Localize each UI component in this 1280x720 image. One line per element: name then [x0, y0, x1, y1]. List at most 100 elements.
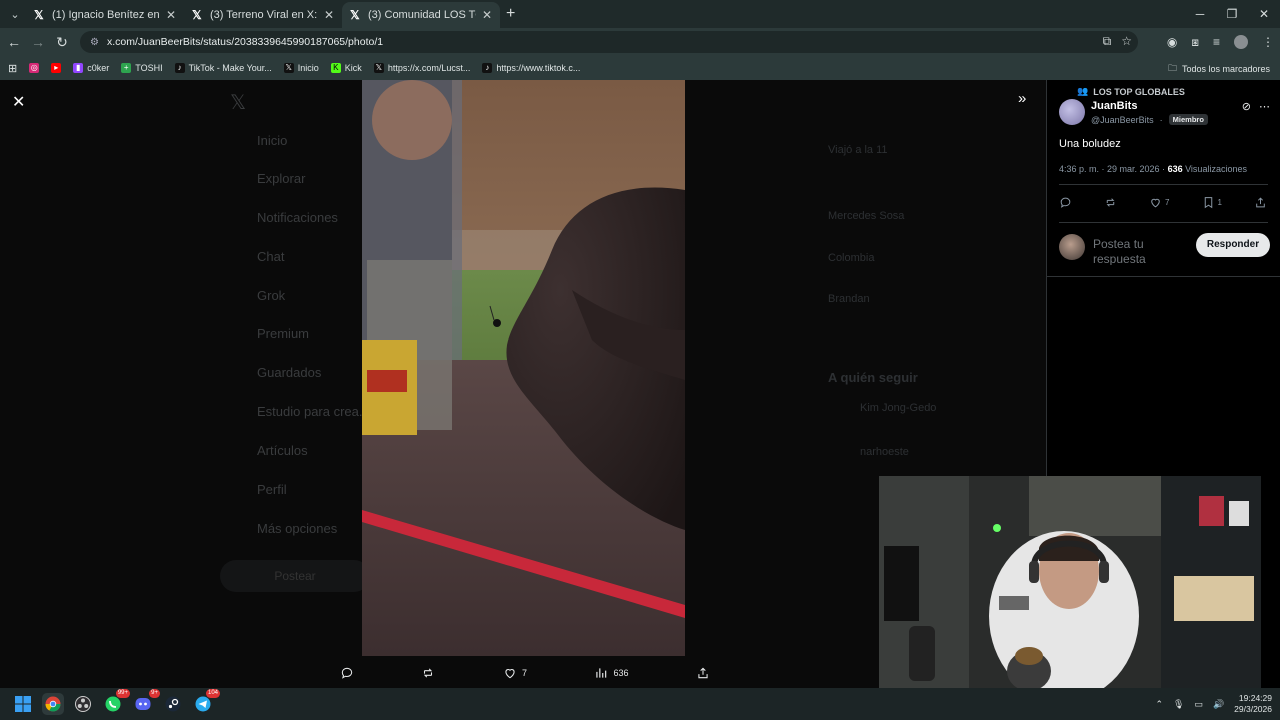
bookmark-tiktok[interactable]: ♪ TikTok - Make Your... [174, 63, 272, 73]
ghost-nav-item: Explorar [257, 171, 306, 186]
tab-2[interactable]: 𝕏 (3) Terreno Viral en X: "Mientra ✕ [184, 2, 342, 28]
author-avatar[interactable] [1059, 99, 1085, 125]
reply-submit-button[interactable]: Responder [1196, 233, 1270, 257]
clock[interactable]: 19:24:29 29/3/2026 [1234, 693, 1272, 715]
speaker-icon[interactable]: 🔊 [1213, 699, 1224, 710]
bookmark-youtube[interactable]: ▸ [51, 63, 62, 73]
tab-1[interactable]: 𝕏 (1) Ignacio Benítez en X: "Algun ✕ [26, 2, 184, 28]
tab-groups-icon[interactable]: ≡ [1213, 35, 1220, 49]
reply-input[interactable]: Postea tu respuesta [1093, 237, 1183, 265]
window-close-icon[interactable]: ✕ [1248, 0, 1280, 28]
webcam-image [879, 476, 1261, 690]
like-count: 7 [521, 668, 527, 678]
share-button[interactable] [696, 666, 710, 680]
author-name[interactable]: JuanBits [1091, 100, 1137, 112]
minimize-icon[interactable]: ─ [1184, 0, 1216, 28]
divider [1059, 184, 1268, 185]
bookmark-x-link[interactable]: 𝕏https://x.com/Lucst... [373, 63, 470, 73]
author-handle[interactable]: @JuanBeerBits [1091, 115, 1154, 125]
bookmark-icon [1204, 197, 1212, 209]
new-tab-button[interactable]: + [506, 5, 515, 23]
all-bookmarks[interactable]: 🗀 Todos los marcadores [1168, 61, 1270, 77]
profile-avatar[interactable] [1234, 35, 1248, 49]
share-button[interactable] [1254, 196, 1267, 209]
site-settings-icon[interactable]: ⚙ [90, 37, 99, 48]
back-arrow-icon[interactable]: ← [2, 34, 26, 50]
forward-arrow-icon[interactable]: → [26, 34, 50, 50]
windows-start-icon[interactable] [12, 693, 34, 715]
photo-action-bar: 7 636 [340, 662, 710, 684]
expand-panel-icon[interactable]: » [1018, 90, 1026, 107]
bookmark-label: https://www.tiktok.c... [496, 63, 581, 73]
install-app-icon[interactable]: ⧉ [1103, 34, 1112, 49]
share-icon [698, 667, 708, 679]
bookmark-label: TikTok - Make Your... [188, 63, 272, 73]
twitch-icon: ▮ [73, 63, 84, 73]
close-viewer-button[interactable]: ✕ [12, 92, 25, 112]
like-button[interactable]: 7 [1149, 196, 1169, 209]
reply-button[interactable] [340, 666, 354, 680]
whatsapp-icon[interactable]: 99+ [102, 689, 130, 715]
menu-kebab-icon[interactable]: ⋮ [1262, 35, 1274, 49]
bookmark-star-icon[interactable]: ☆ [1121, 34, 1132, 49]
webcam-overlay [879, 476, 1261, 690]
steam-icon[interactable] [162, 693, 184, 715]
toolbar-extensions: ◉ ⧆ ≡ ⋮ [1167, 28, 1274, 56]
address-bar[interactable]: ⚙ x.com/JuanBeerBits/status/203833964599… [80, 31, 1138, 53]
reload-icon[interactable]: ↻ [50, 34, 74, 51]
tab-3-active[interactable]: 𝕏 (3) Comunidad LOS TOP GLOBAL ✕ [342, 2, 500, 28]
views-button[interactable]: 636 [594, 666, 629, 680]
reply-button[interactable] [1059, 196, 1072, 209]
clock-date: 29/3/2026 [1234, 704, 1272, 714]
heart-icon [1151, 198, 1160, 208]
tab-title: (3) Terreno Viral en X: "Mientra [210, 9, 318, 21]
close-icon[interactable]: ✕ [166, 8, 176, 22]
grok-icon[interactable]: ⊘ [1242, 100, 1251, 113]
bookmark-instagram[interactable]: ◎ [29, 63, 40, 73]
close-icon[interactable]: ✕ [482, 8, 492, 22]
chevron-up-icon[interactable]: ⌃ [1155, 699, 1163, 710]
plus-icon: + [121, 63, 132, 73]
repost-button[interactable] [1104, 196, 1117, 209]
apps-grid-icon[interactable]: ⊞ [8, 62, 17, 75]
bookmark-toshi[interactable]: + TOSHI [121, 63, 163, 73]
chrome-icon[interactable] [42, 693, 64, 715]
reply-icon [1060, 197, 1071, 208]
share-icon [1256, 197, 1265, 208]
bookmark-kick[interactable]: K Kick [330, 63, 362, 73]
ghost-post-button: Postear [220, 560, 370, 592]
ghost-nav-item: Premium [257, 326, 310, 341]
x-logo-icon: 𝕏 [34, 8, 44, 22]
telegram-icon[interactable]: 104 [192, 689, 220, 715]
community-label[interactable]: 👥 LOS TOP GLOBALES [1077, 86, 1185, 97]
like-button[interactable]: 7 [503, 666, 527, 680]
bookmark-button[interactable]: 1 [1202, 196, 1222, 209]
instagram-icon: ◎ [29, 63, 40, 73]
post-time[interactable]: 4:36 p. m. · 29 mar. 2026 · [1059, 164, 1168, 174]
community-name: LOS TOP GLOBALES [1093, 86, 1185, 97]
ghost-nav-item: Más opciones [257, 521, 338, 536]
more-icon[interactable]: ⋯ [1259, 100, 1270, 113]
obs-icon[interactable] [72, 693, 94, 715]
ghost-heading: A quién seguir [828, 370, 918, 385]
windows-taskbar: 99+ 9+ 104 ⌃ 🎙 ▭ 🔊 19:24:29 29/3/2026 [0, 688, 1280, 720]
community-icon: 👥 [1077, 86, 1089, 96]
discord-icon[interactable]: 9+ [132, 689, 160, 715]
puzzle-icon[interactable]: ⧆ [1191, 35, 1199, 50]
repost-button[interactable] [421, 666, 435, 680]
bookmark-c0ker[interactable]: ▮ c0ker [73, 63, 109, 73]
extension-icon[interactable]: ◉ [1167, 35, 1177, 49]
monitor-icon[interactable]: ▭ [1194, 699, 1203, 710]
tab-search-button[interactable]: ⌄ [4, 3, 26, 25]
tab-title: (1) Ignacio Benítez en X: "Algun [52, 9, 160, 21]
bookmark-inicio[interactable]: 𝕏 Inicio [283, 63, 319, 73]
ghost-nav-item: Guardados [257, 365, 322, 380]
post-photo[interactable] [362, 80, 685, 656]
restore-icon[interactable]: ❐ [1216, 0, 1248, 28]
bookmark-tiktok-link[interactable]: ♪ https://www.tiktok.c... [482, 63, 580, 73]
window-controls: ─ ❐ ✕ [1184, 0, 1280, 28]
heart-icon [505, 669, 515, 679]
close-icon[interactable]: ✕ [324, 8, 334, 22]
microphone-icon[interactable]: 🎙 [1173, 699, 1184, 710]
ghost-nav-item: Estudio para crea... [257, 404, 370, 419]
